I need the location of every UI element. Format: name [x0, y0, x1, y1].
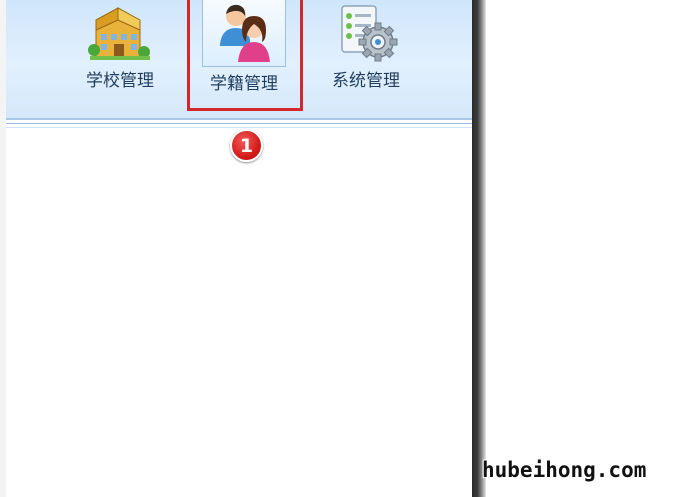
toolbar-button-school-management[interactable]: 学校管理	[78, 0, 162, 110]
toolbar-label: 系统管理	[332, 71, 400, 91]
watermark-text: hubeihong.com	[482, 458, 647, 482]
toolbar-divider	[6, 118, 472, 120]
school-building-icon	[88, 7, 150, 60]
window-border	[472, 0, 486, 497]
toolbar-label: 学校管理	[86, 71, 154, 91]
blank-area	[486, 0, 674, 497]
app-window: 学校管理 学籍管理 系统管理 1	[0, 0, 472, 497]
toolbar-divider	[6, 123, 472, 124]
system-settings-icon	[341, 5, 398, 62]
toolbar-divider	[6, 127, 472, 128]
step-number-badge: 1	[230, 129, 263, 162]
highlight-box	[187, 0, 303, 111]
toolbar-button-system-management[interactable]: 系统管理	[322, 0, 410, 110]
